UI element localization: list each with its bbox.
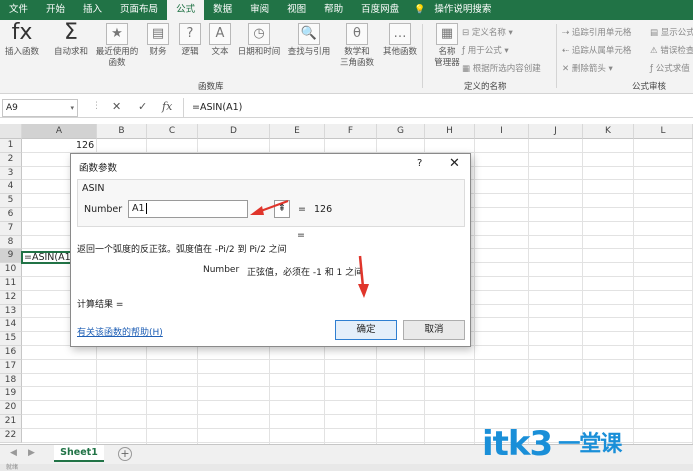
annotation-arrows [250, 200, 369, 298]
watermark-logo: itk3 一堂课 [482, 424, 622, 464]
watermark-text: itk3 [482, 424, 553, 464]
watermark-suffix: 一堂课 [558, 432, 622, 457]
annotation-arrow [250, 200, 289, 215]
annotation-arrow [358, 255, 369, 298]
